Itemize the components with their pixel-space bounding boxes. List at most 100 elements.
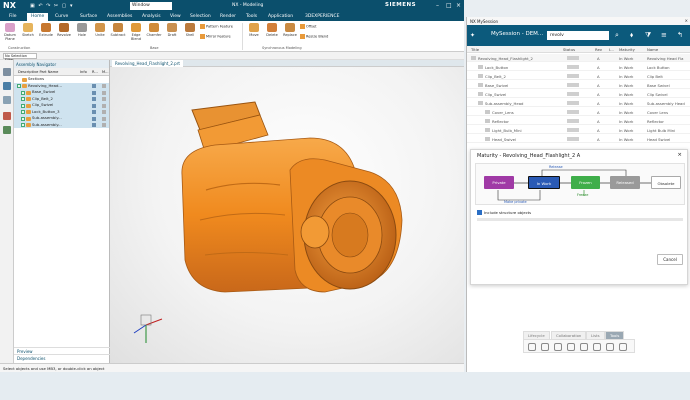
table-row[interactable]: Lock_Button A In Work Lock Button <box>467 63 690 71</box>
close-icon[interactable]: × <box>456 2 461 9</box>
menu-curve[interactable]: Curve <box>55 14 68 19</box>
row-checkbox[interactable] <box>21 123 25 127</box>
menu-assemblies[interactable]: Assemblies <box>107 14 132 19</box>
state-private[interactable]: Private <box>484 176 514 189</box>
column-info[interactable]: Info <box>80 70 87 74</box>
report-tool-icon[interactable] <box>606 343 614 351</box>
unite-button[interactable]: Unite <box>92 23 108 37</box>
make-private-link[interactable]: Make private <box>504 200 527 204</box>
row-checkbox[interactable] <box>21 97 25 101</box>
maximize-icon[interactable]: □ <box>446 2 452 9</box>
selection-filter-dropdown[interactable]: No Selection Filter <box>3 53 37 62</box>
state-released[interactable]: Released <box>610 176 640 189</box>
roles-icon[interactable] <box>3 126 11 134</box>
quick-access-icons[interactable]: ▣ ↶ ↷ ✂ ▢ ▾ <box>30 3 73 9</box>
navigator-row[interactable]: Sub-assembly... <box>14 121 109 128</box>
column-rev[interactable]: Rev <box>595 47 602 52</box>
table-row[interactable]: Sub-assembly_Head A In Work Sub-assembly He… <box>467 99 690 107</box>
shell-button[interactable]: Shell <box>182 23 198 37</box>
where-used-tool-icon[interactable] <box>580 343 588 351</box>
row-checkbox[interactable] <box>21 90 25 95</box>
menu-home[interactable]: Home <box>27 13 49 21</box>
row-checkbox[interactable] <box>21 116 25 121</box>
session-label[interactable]: MySession - DEM... <box>491 31 543 37</box>
assembly-navigator-icon[interactable] <box>3 68 11 76</box>
table-row[interactable]: Cover_Lens A In Work Cover Lens <box>467 108 690 116</box>
compare-tool-icon[interactable] <box>541 343 549 351</box>
pattern-feature-button[interactable]: Pattern Feature <box>200 24 233 29</box>
menu-view[interactable]: View <box>170 14 181 19</box>
table-row[interactable]: Clip_Belt_2 A In Work Clip Belt <box>467 72 690 80</box>
menu-3dexperience[interactable]: 3DEXPERIENCE <box>305 14 339 19</box>
preview-section[interactable]: Preview <box>14 347 110 354</box>
resize-blend-button[interactable]: Resize Blend <box>300 34 328 39</box>
state-in-work[interactable]: In Work <box>528 176 560 189</box>
revolve-button[interactable]: Revolve <box>56 23 72 37</box>
column-name[interactable]: Name <box>647 47 658 52</box>
search-icon[interactable]: ⌕ <box>615 31 619 40</box>
share-tool-icon[interactable] <box>554 343 562 351</box>
reuse-library-icon[interactable] <box>3 96 11 104</box>
lifecycle-tool-icon[interactable] <box>528 343 536 351</box>
row-checkbox[interactable] <box>21 110 25 114</box>
tag-icon[interactable]: ⬧ <box>630 31 633 40</box>
more-tool-icon[interactable] <box>619 343 627 351</box>
subtract-button[interactable]: Subtract <box>110 23 126 37</box>
extrude-button[interactable]: Extrude <box>38 23 54 37</box>
menu-selection[interactable]: Selection <box>190 14 211 19</box>
column-maturity[interactable]: Maturity <box>619 47 635 52</box>
back-icon[interactable]: ↰ <box>677 31 683 39</box>
column-status[interactable]: Status <box>563 47 575 52</box>
row-checkbox[interactable] <box>21 103 25 108</box>
replace-button[interactable]: Replace <box>282 23 298 37</box>
row-checkbox[interactable] <box>17 84 21 88</box>
edge-blend-button[interactable]: Edge Blend <box>128 23 144 41</box>
part-navigator-icon[interactable] <box>3 82 11 90</box>
datum-plane-button[interactable]: Datum Plane <box>2 23 18 41</box>
column-m[interactable]: M... <box>102 70 109 74</box>
table-row[interactable]: Reflector A In Work Reflector <box>467 117 690 125</box>
delete-button[interactable]: Delete <box>264 23 280 37</box>
dialog-scrollbar[interactable] <box>477 218 683 221</box>
menu-surface[interactable]: Surface <box>80 14 97 19</box>
table-row[interactable]: Revolving_Head_Flashlight_2 A In Work Revol… <box>467 54 690 62</box>
checkout-tool-icon[interactable] <box>567 343 575 351</box>
menu-render[interactable]: Render <box>220 14 236 19</box>
hole-button[interactable]: Hole <box>74 23 90 37</box>
table-row[interactable]: Clip_Swivel A In Work Clip Swivel <box>467 90 690 98</box>
graphics-viewport[interactable]: Revolving_Head_Flashlight_2.prt <box>110 60 464 363</box>
menu-icon[interactable]: ≡ <box>661 31 667 39</box>
menu-application[interactable]: Application <box>268 14 293 19</box>
release-link[interactable]: Release <box>549 165 563 169</box>
menu-file[interactable]: File <box>9 14 17 19</box>
state-obsolete[interactable]: Obsolete <box>651 176 681 189</box>
include-structure-checkbox[interactable] <box>477 210 482 215</box>
menu-tools[interactable]: Tools <box>246 14 257 19</box>
table-row[interactable]: Base_Swivel A In Work Base Swivel <box>467 81 690 89</box>
filter-icon[interactable]: ⧩ <box>645 31 651 40</box>
column-r[interactable]: R... <box>92 70 98 74</box>
window-menu[interactable]: Window <box>130 2 172 10</box>
sketch-button[interactable]: Sketch <box>20 23 36 37</box>
panel-close-icon[interactable]: × <box>685 18 688 23</box>
menu-analysis[interactable]: Analysis <box>142 14 161 19</box>
search-input[interactable]: revolv <box>547 31 609 40</box>
cancel-button[interactable]: Cancel <box>657 254 683 265</box>
column-descriptive-part-name[interactable]: Descriptive Part Name <box>18 70 58 74</box>
history-icon[interactable] <box>3 112 11 120</box>
freeze-link[interactable]: Freeze <box>577 193 588 197</box>
table-row[interactable]: Light_Bulb_Mini A In Work Light Bulb Mini <box>467 126 690 134</box>
settings-tool-icon[interactable] <box>593 343 601 351</box>
table-row[interactable]: Head_Swivel A In Work Head Swivel <box>467 135 690 143</box>
column-i[interactable]: I... <box>609 47 614 52</box>
minimize-icon[interactable]: – <box>436 2 439 9</box>
dependencies-section[interactable]: Dependencies <box>14 354 110 361</box>
dialog-close-icon[interactable]: × <box>677 152 682 158</box>
offset-button[interactable]: Offset <box>300 24 317 29</box>
state-frozen[interactable]: Frozen <box>571 176 600 189</box>
chamfer-button[interactable]: Chamfer <box>146 23 162 37</box>
mirror-feature-button[interactable]: Mirror Feature <box>200 34 231 39</box>
move-button[interactable]: Move <box>246 23 262 37</box>
draft-button[interactable]: Draft <box>164 23 180 37</box>
column-title[interactable]: Title <box>471 47 479 52</box>
